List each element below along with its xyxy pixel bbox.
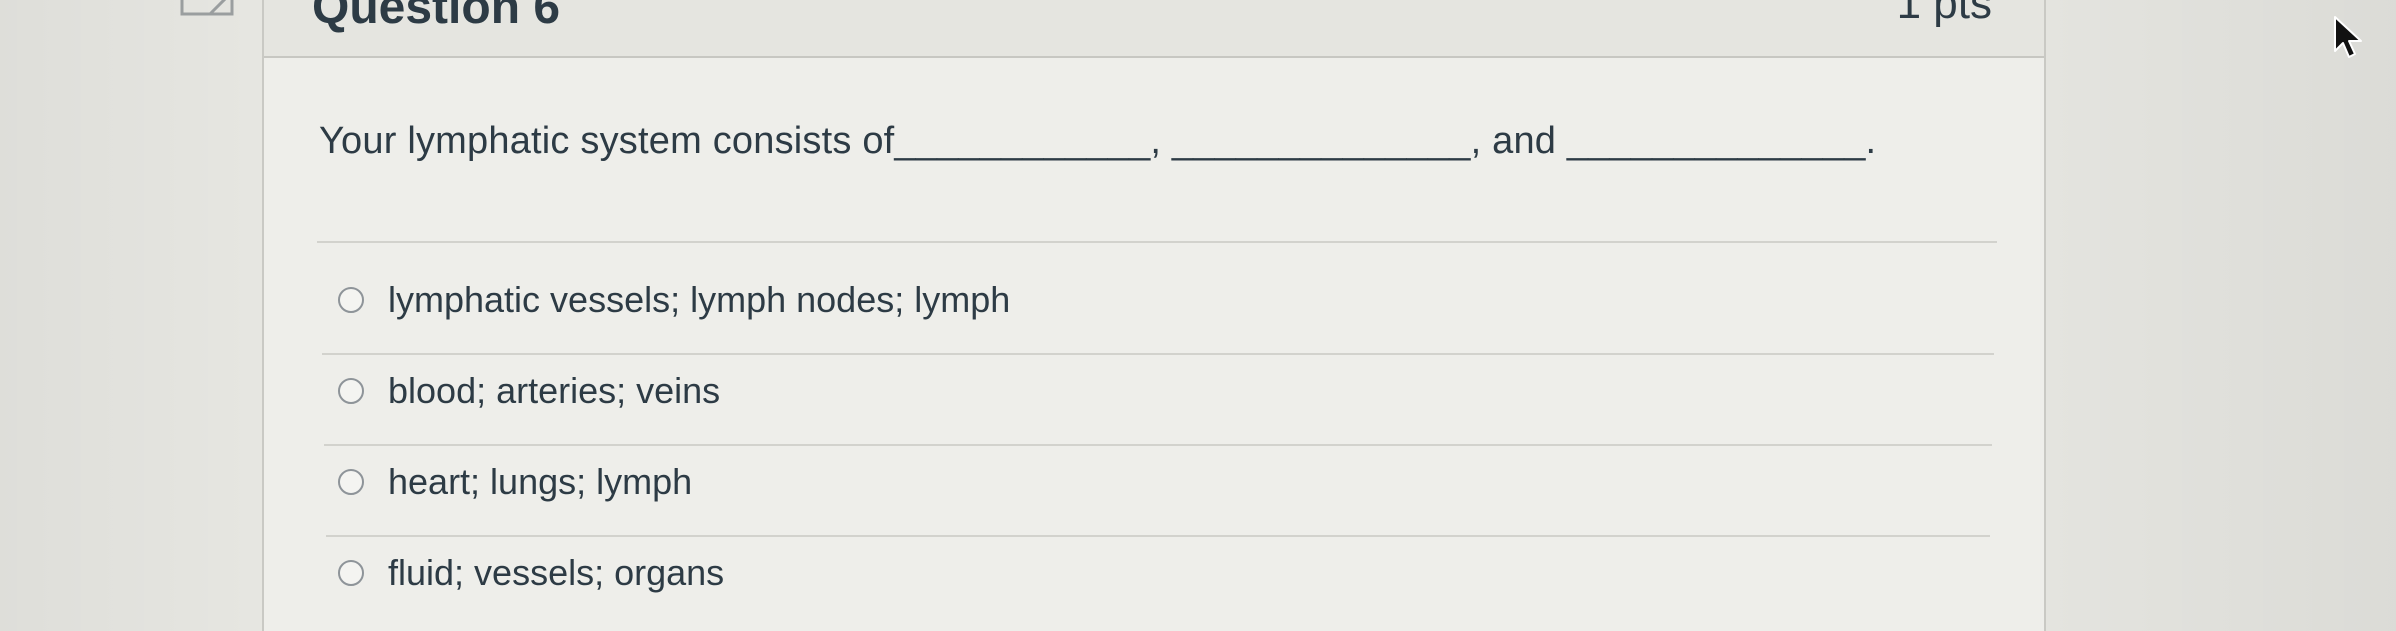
answer-option-3[interactable]: heart; lungs; lymph bbox=[338, 452, 692, 512]
radio-button[interactable] bbox=[338, 378, 364, 404]
radio-button[interactable] bbox=[338, 469, 364, 495]
answer-divider bbox=[322, 353, 1994, 355]
radio-button[interactable] bbox=[338, 560, 364, 586]
answer-option-4[interactable]: fluid; vessels; organs bbox=[338, 543, 724, 603]
answer-divider bbox=[324, 444, 1992, 446]
question-title: Question 6 bbox=[312, 0, 561, 34]
answer-label: fluid; vessels; organs bbox=[388, 552, 725, 593]
radio-button[interactable] bbox=[338, 287, 364, 313]
answer-option-2[interactable]: blood; arteries; veins bbox=[338, 361, 720, 421]
answer-divider bbox=[326, 535, 1990, 537]
question-header: Question 6 1 pts bbox=[264, 0, 2044, 58]
question-text: Your lymphatic system consists of_______… bbox=[319, 120, 1877, 162]
flag-question-icon[interactable] bbox=[180, 0, 234, 18]
question-card: Question 6 1 pts Your lymphatic system c… bbox=[262, 0, 2046, 631]
answer-label: heart; lungs; lymph bbox=[388, 461, 693, 502]
answer-option-1[interactable]: lymphatic vessels; lymph nodes; lymph bbox=[338, 270, 1010, 330]
answer-label: lymphatic vessels; lymph nodes; lymph bbox=[388, 279, 1011, 320]
question-divider bbox=[317, 241, 1997, 243]
answer-label: blood; arteries; veins bbox=[388, 370, 721, 411]
mouse-cursor-icon bbox=[2334, 16, 2362, 58]
question-points: 1 pts bbox=[1896, 0, 1992, 28]
